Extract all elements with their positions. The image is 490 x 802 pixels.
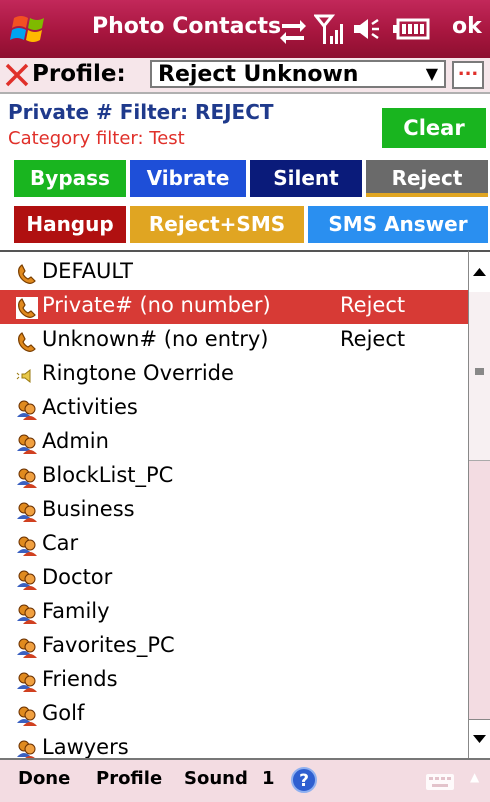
title-bar: Photo Contacts ok xyxy=(0,0,490,58)
list-item-label: Ringtone Override xyxy=(42,361,234,385)
list-item[interactable]: Business xyxy=(0,494,468,528)
keyboard-toggle-icon[interactable]: ▲ xyxy=(470,770,479,784)
contacts-icon xyxy=(16,637,38,659)
contacts-icon xyxy=(16,603,38,625)
clear-button[interactable]: Clear xyxy=(382,108,486,148)
signal-icon[interactable] xyxy=(314,10,346,48)
profile-menu[interactable]: Profile xyxy=(96,768,162,789)
list-item[interactable]: Car xyxy=(0,528,468,562)
list-item-label: BlockList_PC xyxy=(42,463,174,487)
phone-icon xyxy=(16,297,38,319)
bypass-button[interactable]: Bypass xyxy=(14,160,126,197)
private-filter-status: Private # Filter: REJECT xyxy=(8,100,274,124)
profile-dropdown[interactable]: Reject Unknown ▼ xyxy=(150,60,446,88)
list-item-label: Friends xyxy=(42,667,118,691)
volume-icon[interactable] xyxy=(350,10,382,48)
list-item-label: Unknown# (no entry) xyxy=(42,327,269,351)
profile-label: Profile: xyxy=(32,61,126,87)
category-filter-status: Category filter: Test xyxy=(8,128,185,149)
phone-icon xyxy=(16,331,38,353)
list-item[interactable]: Activities xyxy=(0,392,468,426)
bottom-menu-bar: Done Profile Sound 1 ? ▲ xyxy=(0,758,490,802)
chevron-down-icon: ▼ xyxy=(425,64,438,83)
list-item-status: Reject xyxy=(340,293,406,317)
list-item[interactable]: Ringtone Override xyxy=(0,358,468,392)
list-item[interactable]: Private# (no number) Reject xyxy=(0,290,468,324)
list-item-label: Admin xyxy=(42,429,109,453)
contacts-icon xyxy=(16,467,38,489)
battery-icon[interactable] xyxy=(392,10,432,48)
scroll-thumb[interactable] xyxy=(469,292,490,461)
ok-button[interactable]: ok xyxy=(452,14,482,39)
list-item[interactable]: Doctor xyxy=(0,562,468,596)
filter-info: Private # Filter: REJECT Category filter… xyxy=(0,94,490,156)
list-item-label: DEFAULT xyxy=(42,259,133,283)
profile-value: Reject Unknown xyxy=(158,62,359,87)
list-item[interactable]: Favorites_PC xyxy=(0,630,468,664)
close-icon[interactable] xyxy=(4,62,30,88)
list-item[interactable]: Unknown# (no entry) Reject xyxy=(0,324,468,358)
scroll-grip xyxy=(475,368,484,375)
vibrate-button[interactable]: Vibrate xyxy=(130,160,246,197)
list-item-label: Car xyxy=(42,531,79,555)
list-item[interactable]: Golf xyxy=(0,698,468,732)
chevron-down-icon xyxy=(473,735,486,743)
connectivity-icon[interactable] xyxy=(278,10,308,48)
windows-start-icon[interactable] xyxy=(10,10,48,48)
sms-answer-button[interactable]: SMS Answer xyxy=(308,206,488,243)
list-item-label: Activities xyxy=(42,395,138,419)
profile-more-button[interactable]: ... xyxy=(452,61,484,89)
silent-button[interactable]: Silent xyxy=(250,160,362,197)
reject-button[interactable]: Reject xyxy=(366,160,488,197)
scroll-up-button[interactable] xyxy=(469,252,490,293)
list-item-label: Business xyxy=(42,497,135,521)
phone-icon xyxy=(16,263,38,285)
list-item-label: Doctor xyxy=(42,565,113,589)
speaker-icon xyxy=(16,365,38,387)
contacts-icon xyxy=(16,705,38,727)
list-item[interactable]: Lawyers xyxy=(0,732,468,760)
chevron-up-icon xyxy=(473,268,486,276)
sound-number[interactable]: 1 xyxy=(262,768,275,789)
app-title: Photo Contacts xyxy=(92,14,282,39)
list-item-label: Family xyxy=(42,599,110,623)
hangup-button[interactable]: Hangup xyxy=(14,206,126,243)
list-item[interactable]: DEFAULT xyxy=(0,256,468,290)
list-item-label: Private# (no number) xyxy=(42,293,271,317)
contacts-icon xyxy=(16,569,38,591)
contacts-icon xyxy=(16,399,38,421)
list-item[interactable]: Admin xyxy=(0,426,468,460)
contacts-icon xyxy=(16,501,38,523)
contacts-icon xyxy=(16,739,38,760)
contacts-icon xyxy=(16,535,38,557)
keyboard-icon[interactable] xyxy=(426,774,454,790)
list-item[interactable]: Friends xyxy=(0,664,468,698)
list-item-status: Reject xyxy=(340,327,406,351)
scrollbar[interactable] xyxy=(468,250,490,758)
sound-menu[interactable]: Sound xyxy=(184,768,248,789)
filter-list[interactable]: DEFAULT Private# (no number) Reject Unknown… xyxy=(0,250,468,760)
svg-text:?: ? xyxy=(299,771,309,791)
list-item[interactable]: BlockList_PC xyxy=(0,460,468,494)
contacts-icon xyxy=(16,433,38,455)
help-icon[interactable]: ? xyxy=(290,766,318,794)
list-item[interactable]: Family xyxy=(0,596,468,630)
reject-sms-button[interactable]: Reject+SMS xyxy=(130,206,304,243)
scroll-down-button[interactable] xyxy=(469,719,490,758)
profile-row: Profile: Reject Unknown ▼ ... xyxy=(0,58,490,94)
list-item-label: Favorites_PC xyxy=(42,633,175,657)
contacts-icon xyxy=(16,671,38,693)
list-item-label: Lawyers xyxy=(42,735,129,759)
done-menu[interactable]: Done xyxy=(18,768,70,789)
list-item-label: Golf xyxy=(42,701,85,725)
